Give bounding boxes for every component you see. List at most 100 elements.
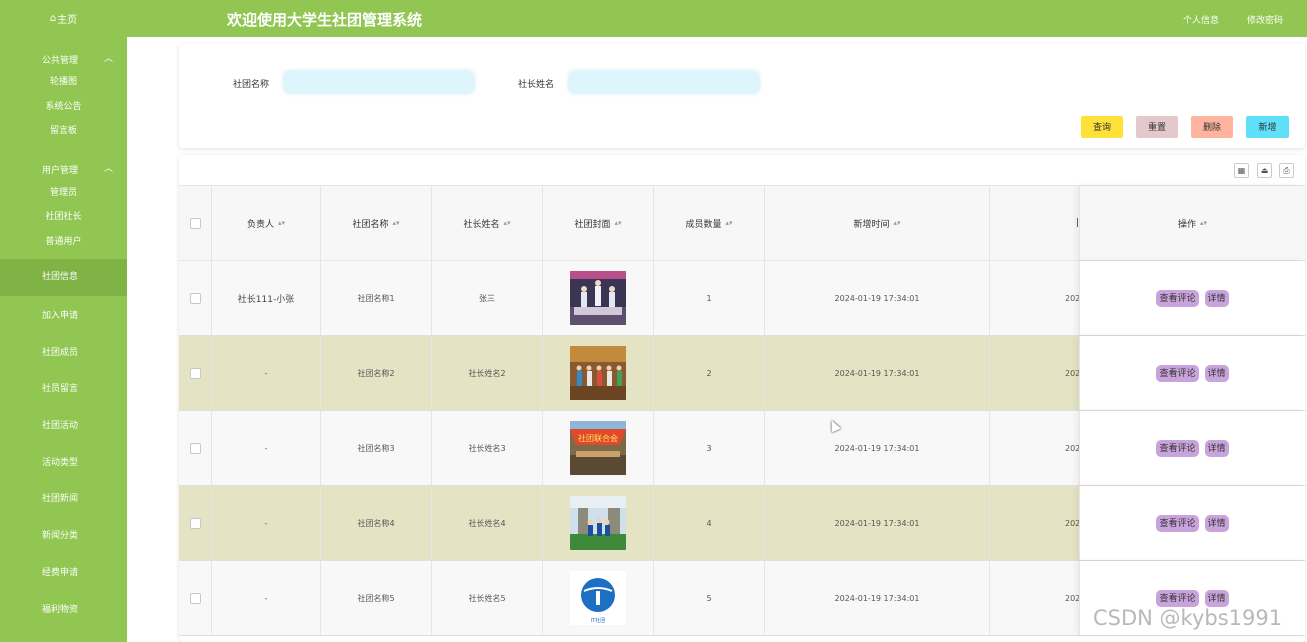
sidebar-item-news-categories[interactable]: 新闻分类 [0,518,127,555]
table-row[interactable]: 社长111-小张 社团名称1 张三 1 2024-01-19 17:34:01 … [179,261,1305,336]
profile-link[interactable]: 个人信息 [1183,13,1219,26]
sort-icon[interactable]: ▴▾ [503,219,510,227]
cell-created: 2024-01-19 17:34:01 [765,261,990,335]
club-cover-image[interactable]: IT社团 [570,571,626,625]
cell-cover [543,336,654,410]
view-comments-button[interactable]: 查看评论 [1156,514,1199,532]
print-icon[interactable]: ⎙ [1279,163,1294,178]
table-row[interactable]: - 社团名称4 社长姓名4 4 2024-01-19 17:34:01 2024… [179,486,1305,561]
select-all-checkbox[interactable] [189,217,201,229]
club-cover-image[interactable]: 社团联合会 [570,421,626,475]
club-cover-image[interactable] [570,271,626,325]
cell-leader-text: - [264,518,268,528]
col-leader[interactable]: 负责人 ▴▾ [212,186,321,260]
sidebar-item-member-messages[interactable]: 社员留言 [0,371,127,408]
view-comments-button[interactable]: 查看评论 [1156,364,1199,382]
row-checkbox[interactable] [189,292,201,304]
change-password-link[interactable]: 修改密码 [1247,13,1283,26]
club-cover-image[interactable] [570,346,626,400]
cell-updated: 2024- [990,561,1079,635]
row-checkbox[interactable] [189,367,201,379]
row-select-cell [179,261,212,335]
query-button[interactable]: 查询 [1081,116,1123,138]
sort-icon[interactable]: ▴▾ [893,219,900,227]
cell-members: 3 [654,411,765,485]
cell-leader: - [212,561,321,635]
details-button[interactable]: 详情 [1204,289,1229,307]
sidebar-item-admins[interactable]: 管理员 [0,185,127,198]
sidebar-group-title[interactable]: 公共管理 [42,53,78,66]
filter-columns-icon[interactable]: ▦ [1234,163,1249,178]
sidebar-item-fund-requests[interactable]: 经费申请 [0,555,127,592]
cell-members-text: 5 [706,593,712,603]
col-president[interactable]: 社长姓名 ▴▾ [432,186,543,260]
sort-icon[interactable]: ▴▾ [1200,219,1207,227]
col-actions: 操作 ▴▾ [1079,186,1305,260]
sidebar: 公共管理 ︿ 轮播图 系统公告 留言板 用户管理 ︿ 管理员 社团社长 普通用户… [0,37,127,642]
export-icon[interactable]: ⏏ [1257,163,1272,178]
reset-button[interactable]: 重置 [1136,116,1178,138]
sidebar-item-club-activities[interactable]: 社团活动 [0,408,127,445]
details-button[interactable]: 详情 [1204,439,1229,457]
cell-leader: - [212,486,321,560]
cell-created-text: 2024-01-19 17:34:01 [834,368,920,378]
sort-icon[interactable]: ▴▾ [725,219,732,227]
cell-updated: 2024- [990,486,1079,560]
chevron-up-icon[interactable]: ︿ [104,161,113,174]
col-created[interactable]: 新增时间 ▴▾ [765,186,990,260]
cell-club-name: 社团名称5 [321,561,432,635]
col-members[interactable]: 成员数量 ▴▾ [654,186,765,260]
sidebar-item-club-members[interactable]: 社团成员 [0,335,127,372]
col-leader-label: 负责人 [246,219,274,230]
sidebar-item-join-requests[interactable]: 加入申请 [0,298,127,335]
table-row[interactable]: - 社团名称3 社长姓名3 社团联合会 3 2024-01-19 17:34:0… [179,411,1305,486]
club-cover-image[interactable] [570,496,626,550]
cell-created-text: 2024-01-19 17:34:01 [834,593,920,603]
sidebar-group-title[interactable]: 用户管理 [42,163,78,176]
sort-icon[interactable]: ▴▾ [392,219,399,227]
table-header: 负责人 ▴▾ 社团名称 ▴▾ 社长姓名 ▴▾ 社团封面 ▴▾ 成员数量 ▴▾ 新增时间 ▴▾… [179,185,1305,261]
cell-leader-text: - [264,443,268,453]
cell-president: 社长姓名4 [432,486,543,560]
view-comments-button[interactable]: 查看评论 [1156,439,1199,457]
sidebar-item-club-info[interactable]: 社团信息 [0,259,127,296]
home-link[interactable]: ⌂ 主页 [0,0,127,37]
sidebar-item-welfare-supplies[interactable]: 福利物资 [0,592,127,629]
cell-club-name: 社团名称3 [321,411,432,485]
row-checkbox[interactable] [189,442,201,454]
cell-club-name-text: 社团名称3 [357,443,395,453]
sidebar-item-carousel[interactable]: 轮播图 [0,74,127,87]
sidebar-item-message-board[interactable]: 留言板 [0,123,127,136]
col-club-name[interactable]: 社团名称 ▴▾ [321,186,432,260]
add-button[interactable]: 新增 [1246,116,1289,138]
sidebar-item-club-presidents[interactable]: 社团社长 [0,209,127,222]
view-comments-button[interactable]: 查看评论 [1156,289,1199,307]
delete-button[interactable]: 删除 [1191,116,1233,138]
row-select-cell [179,486,212,560]
sort-icon[interactable]: ▴▾ [278,219,285,227]
row-checkbox[interactable] [189,592,201,604]
club-name-input[interactable] [284,71,474,93]
sidebar-item-activity-types[interactable]: 活动类型 [0,445,127,482]
cell-actions: 查看评论 详情 [1079,411,1305,485]
sidebar-item-club-news[interactable]: 社团新闻 [0,481,127,518]
view-comments-button[interactable]: 查看评论 [1156,589,1199,607]
details-button[interactable]: 详情 [1204,364,1229,382]
home-icon: ⌂ [49,13,57,24]
cell-updated-text: 2024- [1065,593,1079,603]
cover-logo-text: IT社团 [591,617,606,624]
sidebar-item-regular-users[interactable]: 普通用户 [0,234,127,247]
cover-banner-text: 社团联合会 [578,433,618,443]
row-checkbox[interactable] [189,517,201,529]
sort-icon[interactable]: ▴▾ [614,219,621,227]
president-name-input[interactable] [569,71,759,93]
cell-created: 2024-01-19 17:34:01 [765,336,990,410]
chevron-up-icon[interactable]: ︿ [104,51,113,64]
sidebar-item-announcement[interactable]: 系统公告 [0,99,127,112]
cell-members: 4 [654,486,765,560]
details-button[interactable]: 详情 [1204,589,1229,607]
col-cover[interactable]: 社团封面 ▴▾ [543,186,654,260]
table-row[interactable]: - 社团名称2 社长姓名2 2 2024-01-19 17:34:01 2024… [179,336,1305,411]
cell-members-text: 2 [706,368,712,378]
details-button[interactable]: 详情 [1204,514,1229,532]
